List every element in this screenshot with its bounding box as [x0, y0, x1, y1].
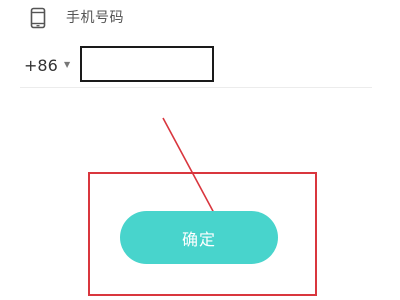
country-code-selector[interactable]: +86	[24, 56, 58, 76]
phone-number-label: 手机号码	[66, 10, 124, 26]
caret-down-icon[interactable]: ▼	[64, 58, 70, 72]
divider	[20, 87, 372, 88]
phone-icon	[30, 7, 46, 29]
phone-login-screen: 手机号码 +86 ▼ 确定	[0, 0, 400, 300]
phone-number-input[interactable]	[80, 46, 214, 82]
confirm-button[interactable]: 确定	[120, 211, 278, 264]
